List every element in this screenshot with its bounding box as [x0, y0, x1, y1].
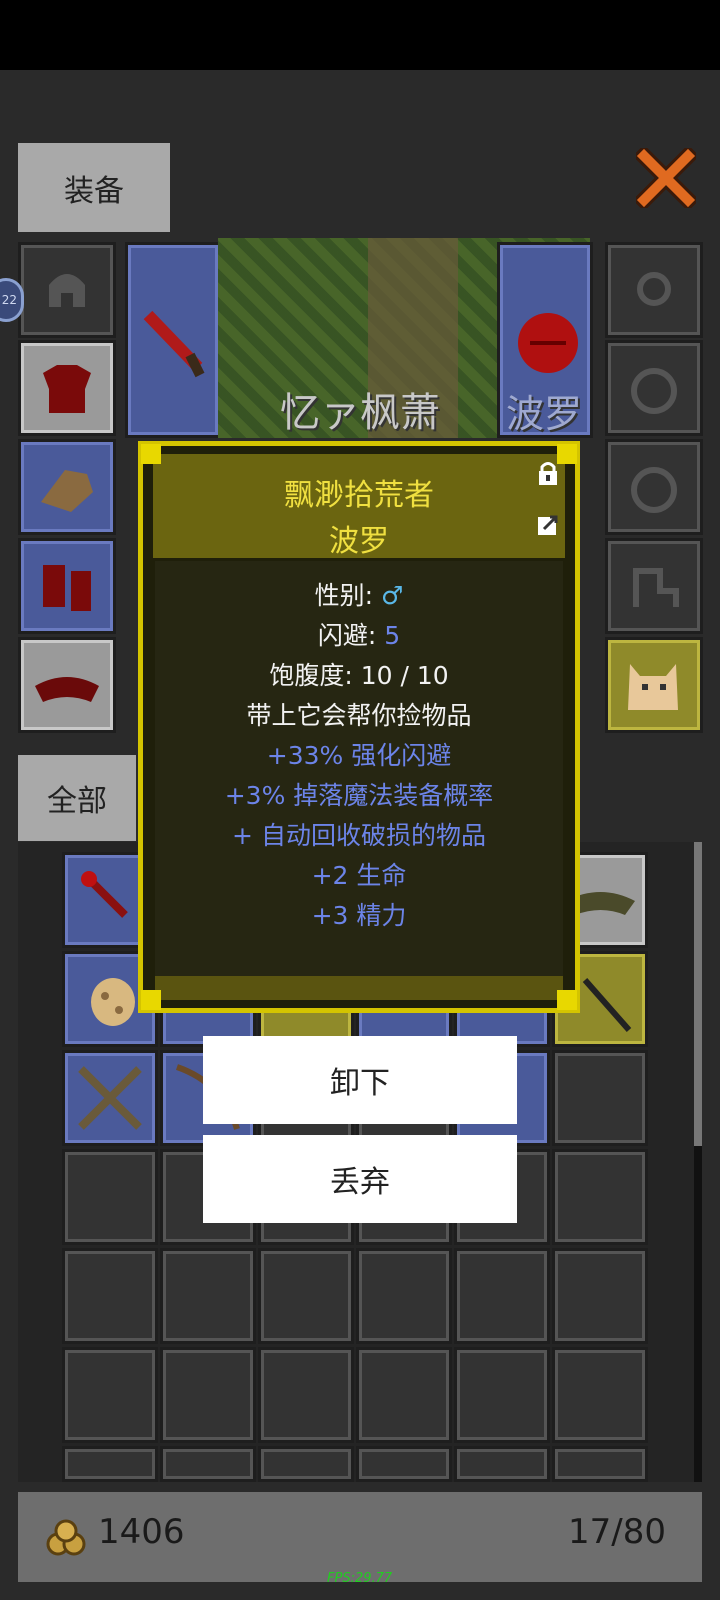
- item-tooltip: 飘渺拾荒者 波罗 性别: ♂ 闪避: 5 饱腹度: 10 / 10 带上它会帮你…: [138, 441, 580, 1013]
- description-line: 带上它会帮你捡物品: [246, 701, 472, 730]
- inventory-slot[interactable]: [356, 1446, 452, 1482]
- tab-all[interactable]: 全部: [18, 755, 136, 841]
- helmet-slot[interactable]: [18, 242, 116, 338]
- ring-slot-1[interactable]: [605, 340, 703, 436]
- bonus-line: +3 精力: [311, 901, 407, 930]
- pet-slot[interactable]: [605, 637, 703, 733]
- bonus-line: +33% 强化闪避: [266, 741, 452, 770]
- pet-name-label: 波罗: [506, 392, 583, 436]
- armor-slot[interactable]: [18, 340, 116, 436]
- gold-icon: [44, 1518, 88, 1558]
- bonus-line: + 自动回收破损的物品: [232, 821, 486, 850]
- inventory-slot[interactable]: [356, 1347, 452, 1443]
- inventory-slot[interactable]: [258, 1248, 354, 1344]
- ring-slot-2[interactable]: [605, 439, 703, 535]
- inventory-slot[interactable]: [62, 1446, 158, 1482]
- fps-counter: FPS:29.77: [327, 1571, 393, 1586]
- inventory-slot[interactable]: [356, 1248, 452, 1344]
- bonus-line: +3% 掉落魔法装备概率: [224, 781, 494, 810]
- bonus-line: +2 生命: [311, 861, 407, 890]
- close-icon[interactable]: [632, 144, 700, 212]
- tooltip-footer: [155, 976, 563, 1000]
- discard-button[interactable]: 丢弃: [203, 1135, 517, 1223]
- amulet-slot[interactable]: [605, 242, 703, 338]
- inventory-slot[interactable]: [62, 1050, 158, 1146]
- offhand-slot[interactable]: 波罗: [497, 242, 593, 438]
- gloves-slot[interactable]: [18, 439, 116, 535]
- item-title: 飘渺拾荒者: [284, 478, 434, 513]
- mount-slot[interactable]: [605, 538, 703, 634]
- share-icon[interactable]: [537, 514, 559, 536]
- gold-amount: 1406: [98, 1512, 185, 1552]
- status-bar: [0, 0, 720, 70]
- inventory-slot[interactable]: [160, 1248, 256, 1344]
- satiety-line: 饱腹度: 10 / 10: [269, 661, 449, 690]
- lock-icon[interactable]: [537, 460, 559, 486]
- inventory-slot[interactable]: [454, 1248, 550, 1344]
- inventory-slot[interactable]: [258, 1347, 354, 1443]
- inventory-slot[interactable]: [62, 1149, 158, 1245]
- inventory-slot[interactable]: [160, 1347, 256, 1443]
- unequip-button[interactable]: 卸下: [203, 1036, 517, 1124]
- inventory-slot[interactable]: [454, 1347, 550, 1443]
- inventory-slot[interactable]: [62, 1248, 158, 1344]
- inventory-slot[interactable]: [552, 1347, 648, 1443]
- inventory-slot[interactable]: [454, 1446, 550, 1482]
- inventory-slot[interactable]: [552, 1446, 648, 1482]
- inventory-slot[interactable]: [258, 1446, 354, 1482]
- weapon-slot[interactable]: [125, 242, 221, 438]
- tab-equipment[interactable]: 装备: [18, 143, 170, 232]
- gender-line: 性别: ♂: [314, 581, 404, 610]
- inventory-slot[interactable]: [552, 1050, 648, 1146]
- inventory-slot[interactable]: [552, 1248, 648, 1344]
- hero-name: 忆ァ枫萧: [280, 390, 440, 436]
- inventory-slot[interactable]: [552, 1149, 648, 1245]
- cape-slot[interactable]: [18, 637, 116, 733]
- item-name: 波罗: [329, 524, 389, 559]
- inventory-capacity: 17/80: [568, 1512, 666, 1552]
- dodge-line: 闪避: 5: [317, 621, 401, 650]
- inventory-slot[interactable]: [160, 1446, 256, 1482]
- bottom-bar: 1406 17/80: [18, 1492, 702, 1582]
- boots-slot[interactable]: [18, 538, 116, 634]
- scrollbar-thumb[interactable]: [694, 842, 702, 1146]
- inventory-slot[interactable]: [62, 1347, 158, 1443]
